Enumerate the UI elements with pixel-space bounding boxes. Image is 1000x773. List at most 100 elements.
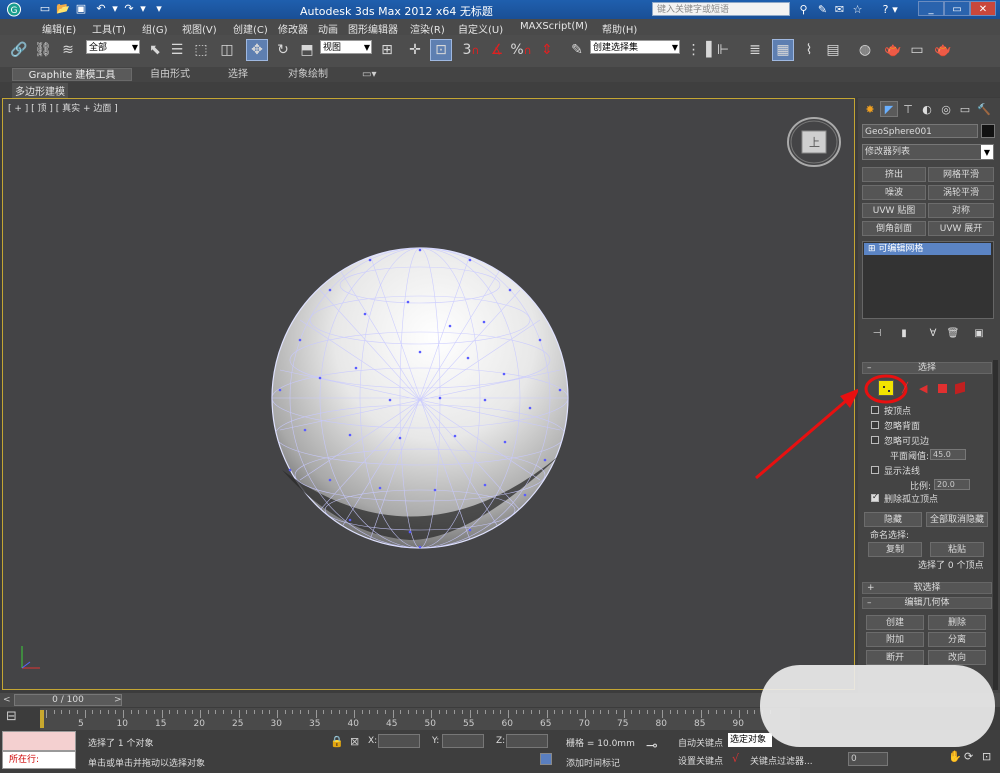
face-subobject-icon[interactable]: ◀ <box>919 382 927 395</box>
menu-tools[interactable]: 工具(T) <box>92 21 126 36</box>
key-mode-icon[interactable]: √ <box>732 752 739 765</box>
maxscript-line[interactable]: 所在行: <box>2 751 76 769</box>
pan-view-icon[interactable]: ✋ <box>948 750 962 763</box>
copy-button[interactable]: 复制 <box>868 542 922 557</box>
help-dropdown-icon[interactable]: ▾ <box>890 2 900 17</box>
percent-snap-icon[interactable]: % ∩ <box>510 39 532 61</box>
track-bar-toggle-icon[interactable]: ⊟ <box>6 709 24 727</box>
hide-button[interactable]: 隐藏 <box>864 512 922 527</box>
select-and-rotate-icon[interactable]: ↻ <box>272 39 294 61</box>
menu-edit[interactable]: 编辑(E) <box>42 21 76 36</box>
mirror-icon[interactable]: ⋮▐ <box>687 39 712 61</box>
menu-customize[interactable]: 自定义(U) <box>458 21 503 36</box>
new-file-icon[interactable]: ▭ <box>38 2 52 16</box>
add-time-tag-label[interactable]: 添加时间标记 <box>566 756 620 769</box>
undo-dropdown-icon[interactable]: ▾ <box>108 2 122 16</box>
menu-modifiers[interactable]: 修改器 <box>278 21 308 36</box>
unlink-icon[interactable]: ⛓ <box>32 39 54 61</box>
show-normals-checkbox[interactable] <box>871 466 879 474</box>
pivot-center-icon[interactable]: ⊞ <box>376 39 398 61</box>
menu-group[interactable]: 组(G) <box>142 21 168 36</box>
named-selection-dropdown[interactable]: 创建选择集 ▼ <box>590 40 680 54</box>
open-file-icon[interactable]: 📂 <box>56 2 70 16</box>
break-button[interactable]: 断开 <box>866 650 924 665</box>
minimize-button[interactable]: _ <box>918 1 944 16</box>
quick-access-menu-icon[interactable]: ▾ <box>152 2 166 16</box>
show-end-result-icon[interactable]: ▮ <box>897 328 911 340</box>
display-panel-icon[interactable]: ◎ <box>937 101 955 117</box>
maximize-button[interactable]: ▭ <box>944 1 970 16</box>
ignore-backfacing-checkbox[interactable] <box>871 421 879 429</box>
menu-graph-editors[interactable]: 图形编辑器 <box>348 21 398 36</box>
create-button[interactable]: 创建 <box>866 615 924 630</box>
menu-help[interactable]: 帮助(H) <box>602 21 637 36</box>
modifier-button-unwrap-uvw[interactable]: UVW 展开 <box>928 221 994 236</box>
modify-panel-icon[interactable]: ◤ <box>880 101 898 117</box>
unhide-all-button[interactable]: 全部取消隐藏 <box>926 512 988 527</box>
keyboard-shortcut-override-icon[interactable]: ⊡ <box>430 39 452 61</box>
menu-views[interactable]: 视图(V) <box>182 21 217 36</box>
rendered-frame-window-icon[interactable]: ▭ <box>906 39 928 61</box>
menu-maxscript[interactable]: MAXScript(M) <box>520 21 588 32</box>
material-editor-icon[interactable]: ◍ <box>854 39 876 61</box>
auto-key-button[interactable]: 自动关键点 <box>678 736 723 749</box>
menu-rendering[interactable]: 渲染(R) <box>410 21 445 36</box>
hammer-icon[interactable]: 🔨 <box>975 101 993 117</box>
menu-create[interactable]: 创建(C) <box>233 21 268 36</box>
modifier-button-extrude[interactable]: 挤出 <box>862 167 926 182</box>
maximize-viewport-icon[interactable]: ⊡ <box>982 750 991 763</box>
tab-object-paint[interactable]: 对象绘制 <box>288 68 328 81</box>
by-vertex-checkbox[interactable] <box>871 406 879 414</box>
rollout-edit-geometry-header[interactable]: – 编辑几何体 <box>862 597 992 609</box>
tab-freeform[interactable]: 自由形式 <box>150 68 190 81</box>
tab-selection[interactable]: 选择 <box>228 68 248 81</box>
remove-modifier-icon[interactable]: 🗑 <box>946 328 960 340</box>
key-filters-button[interactable]: 关键点过滤器... <box>750 754 813 767</box>
stack-item-editable-mesh[interactable]: ⊞ 可编辑网格 <box>864 243 991 255</box>
object-color-swatch[interactable] <box>981 124 995 138</box>
save-icon[interactable]: ▣ <box>74 2 88 16</box>
lock-selection-icon[interactable]: 🔒 <box>330 735 344 748</box>
ignore-visible-edges-checkbox[interactable] <box>871 436 879 444</box>
tab-polygon-modeling[interactable]: 多边形建模 <box>12 83 68 98</box>
window-crossing-icon[interactable]: ◫ <box>216 39 238 61</box>
snaps-toggle-icon[interactable]: 3 ∩ <box>460 39 482 61</box>
orbit-icon[interactable]: ⟳ <box>964 750 973 763</box>
communication-icon[interactable]: ✉ <box>832 2 847 17</box>
rollout-soft-selection-header[interactable]: + 软选择 <box>862 582 992 594</box>
paste-button[interactable]: 粘贴 <box>930 542 984 557</box>
object-name-field[interactable]: GeoSphere001 <box>862 124 978 138</box>
align-icon[interactable]: ⊩ <box>712 39 734 61</box>
edit-named-selection-icon[interactable]: ✎ <box>566 39 588 61</box>
curve-editor-icon[interactable]: ⌇ <box>798 39 820 61</box>
select-and-move-icon[interactable]: ✥ <box>246 39 268 61</box>
time-slider[interactable]: 0 / 100 <box>14 694 122 706</box>
tools-icon[interactable]: ✎ <box>815 2 830 17</box>
geosphere-mesh[interactable] <box>260 240 580 560</box>
app-logo-icon[interactable]: G <box>4 2 24 17</box>
favorites-icon[interactable]: ☆ <box>850 2 865 17</box>
spinner-snap-icon[interactable]: ⇕ <box>536 39 558 61</box>
detach-button[interactable]: 分离 <box>928 632 986 647</box>
delete-isolated-checkbox[interactable]: ✓ <box>871 492 879 502</box>
make-unique-icon[interactable]: ∀ <box>926 328 940 340</box>
angle-snap-icon[interactable]: ∡ <box>486 39 508 61</box>
delete-button[interactable]: 删除 <box>928 615 986 630</box>
absolute-mode-icon[interactable]: ⊠ <box>350 735 359 748</box>
bind-to-space-warp-icon[interactable]: ≋ <box>57 39 79 61</box>
select-and-link-icon[interactable]: 🔗 <box>8 39 30 61</box>
redo-icon[interactable]: ↷ <box>122 2 136 16</box>
hierarchy-panel-icon[interactable]: ⊤ <box>899 101 917 117</box>
y-coordinate-field[interactable] <box>442 734 484 748</box>
modifier-button-noise[interactable]: 噪波 <box>862 185 926 200</box>
render-production-icon[interactable]: 🫖 <box>932 39 954 61</box>
set-key-button[interactable]: 设置关键点 <box>678 754 723 767</box>
modifier-button-bevel-profile[interactable]: 倒角剖面 <box>862 221 926 236</box>
motion-panel-icon[interactable]: ◐ <box>918 101 936 117</box>
key-selection-dropdown[interactable]: 选定对象 <box>728 733 772 747</box>
turn-button[interactable]: 改向 <box>928 650 986 665</box>
current-frame-marker[interactable] <box>40 710 44 728</box>
menu-animation[interactable]: 动画 <box>318 21 338 36</box>
layer-manager-icon[interactable]: ≣ <box>744 39 766 61</box>
current-frame-field[interactable]: 0 <box>848 752 888 766</box>
